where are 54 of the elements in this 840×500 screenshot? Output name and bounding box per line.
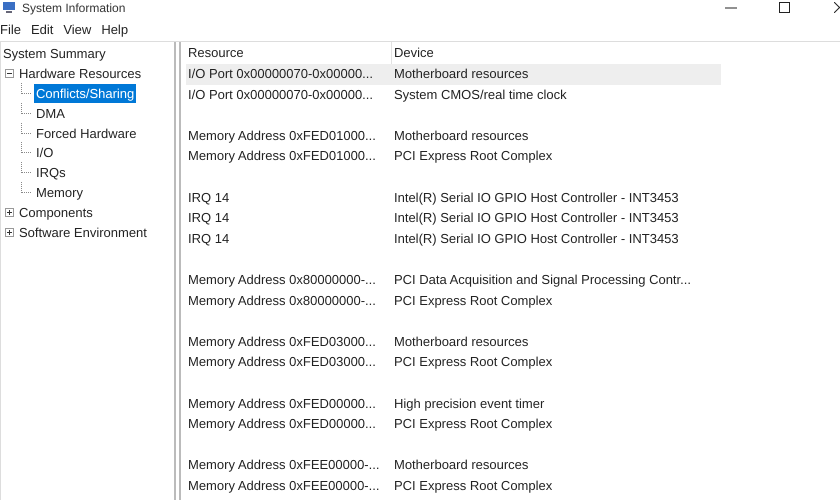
table-cell-text: IRQ 14 — [187, 230, 230, 248]
table-cell-text: Memory Address 0x80000000-... — [187, 270, 377, 289]
tree-item[interactable]: Hardware Resources — [17, 64, 144, 84]
tree-item[interactable]: System Summary — [1, 44, 108, 64]
expander-icon[interactable] — [5, 208, 14, 217]
expander-icon[interactable] — [5, 228, 14, 237]
table-cell-text: High precision event timer — [393, 394, 544, 413]
table-cell-text: Memory Address 0xFED03000... — [187, 353, 377, 372]
tree-item[interactable]: Software Environment — [17, 222, 149, 242]
table-cell-text: Memory Address 0x80000000-... — [187, 292, 377, 310]
tree-item[interactable]: Conflicts/Sharing — [34, 84, 136, 103]
tree-item[interactable]: Forced Hardware — [34, 124, 138, 143]
table-cell-text: Memory Address 0xFED00000... — [187, 394, 377, 413]
table-cell-text: Motherboard resources — [393, 65, 528, 83]
table-cell-text: IRQ 14 — [187, 209, 230, 228]
table-cell-text: PCI Data Acquisition and Signal Processing Contr... — [393, 270, 691, 289]
table-cell-text: Memory Address 0xFEE00000-... — [187, 456, 380, 474]
tree-item[interactable]: IRQs — [34, 163, 68, 182]
menu-item[interactable]: Edit — [30, 22, 54, 36]
table-cell-text: PCI Express Root Complex — [393, 353, 552, 372]
minimize-icon[interactable] — [725, 6, 737, 8]
maximize-icon[interactable] — [779, 2, 790, 13]
table-cell-text: Memory Address 0xFED01000... — [187, 147, 377, 166]
table-cell-text: Motherboard resources — [393, 126, 528, 145]
menu-item[interactable]: Help — [101, 22, 128, 36]
table-cell-text: PCI Express Root Complex — [393, 415, 552, 434]
table-cell-text: Memory Address 0xFED01000... — [187, 126, 377, 145]
table-cell-text: Motherboard resources — [393, 332, 528, 351]
tree-item[interactable]: Memory — [34, 182, 85, 202]
computer-icon — [2, 2, 16, 14]
table-cell-text: Memory Address 0xFED03000... — [187, 332, 377, 351]
expander-icon[interactable] — [5, 69, 14, 78]
table-cell-text: IRQ 14 — [187, 188, 230, 207]
tree-item[interactable]: I/O — [34, 143, 56, 162]
table-cell-text: PCI Express Root Complex — [393, 292, 552, 310]
tree-item[interactable]: DMA — [34, 104, 67, 123]
table-cell-text: PCI Express Root Complex — [393, 147, 552, 166]
column-header[interactable]: Resource — [186, 42, 391, 64]
close-icon[interactable] — [834, 2, 840, 13]
table-cell-text: I/O Port 0x00000070-0x00000... — [187, 65, 374, 83]
table-cell-text: Intel(R) Serial IO GPIO Host Controller - INT3453 — [393, 188, 679, 207]
menu-item[interactable]: View — [63, 22, 92, 36]
table-row[interactable]: I/O Port 0x00000070-0x00000... Motherboard resources — [186, 64, 721, 85]
window-title: System Information — [22, 0, 126, 14]
table-cell-text: Intel(R) Serial IO GPIO Host Controller - INT3453 — [393, 230, 679, 248]
table-cell-text: I/O Port 0x00000070-0x00000... — [187, 86, 374, 104]
table-cell-text: Memory Address 0xFEE00000-... — [187, 476, 380, 495]
table-cell-text: PCI Express Root Complex — [393, 476, 552, 495]
table-cell-text: Intel(R) Serial IO GPIO Host Controller - INT3453 — [393, 209, 679, 228]
tree-item[interactable]: Components — [17, 202, 95, 222]
table-cell-text: System CMOS/real time clock — [393, 86, 567, 104]
table-cell-text: Memory Address 0xFED00000... — [187, 415, 377, 434]
menu-item[interactable]: File — [0, 22, 21, 36]
table-cell-text: Motherboard resources — [393, 456, 528, 474]
